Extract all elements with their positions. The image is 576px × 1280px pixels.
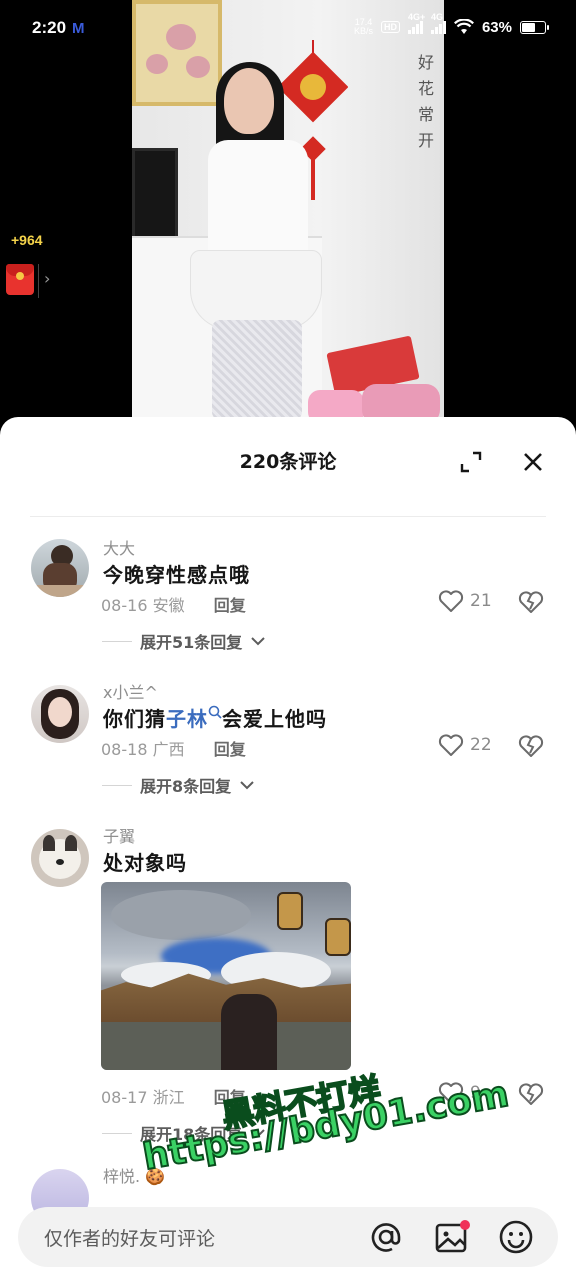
broken-heart-icon[interactable] <box>517 733 545 759</box>
like-count: 21 <box>470 591 492 611</box>
mention-link[interactable]: 子林 <box>166 707 208 731</box>
heart-icon <box>438 590 464 612</box>
status-bar: 2:20 M 17.4 KB/s HD 4G+ 4G 63% <box>0 0 576 60</box>
broken-heart-icon[interactable] <box>517 1081 545 1107</box>
status-indicators: 17.4 KB/s HD 4G+ 4G 63% <box>353 12 549 36</box>
avatar[interactable] <box>31 685 89 743</box>
reply-button[interactable]: 回复 <box>214 740 246 759</box>
panel-title: 220条评论 <box>239 451 337 473</box>
wifi-icon <box>453 19 474 34</box>
battery-percent: 63% <box>481 18 512 36</box>
comment-username[interactable]: x小兰^ <box>103 679 158 703</box>
carrier-logo-icon: M <box>72 20 85 37</box>
comment-username[interactable]: 大大 <box>103 535 135 559</box>
signal-icon-2: 4G <box>430 12 446 34</box>
emoji-icon[interactable] <box>498 1219 534 1255</box>
close-icon[interactable] <box>520 449 546 475</box>
mention-icon[interactable] <box>368 1219 404 1255</box>
calligraphy-scroll: 好 花 常 开 <box>418 53 435 150</box>
comment-meta: 08-16 安徽 回复 <box>101 596 246 615</box>
search-icon[interactable] <box>208 705 222 721</box>
chevron-down-icon <box>251 637 265 646</box>
comment-text: 你们猜子林 会爱上他吗 <box>103 705 327 731</box>
broken-heart-icon[interactable] <box>517 589 545 615</box>
reply-button[interactable]: 回复 <box>214 596 246 615</box>
chevron-down-icon <box>240 781 254 790</box>
comment-input-bar[interactable]: 仅作者的好友可评论 <box>18 1207 558 1267</box>
comment-username[interactable]: 子翼 <box>103 823 135 847</box>
like-count: 22 <box>470 735 492 755</box>
comment-image[interactable] <box>101 882 351 1070</box>
signal-icon-1: 4G+ <box>407 12 425 34</box>
comment-meta: 08-18 广西 回复 <box>101 740 246 759</box>
comment-input[interactable]: 仅作者的好友可评论 <box>44 1224 215 1251</box>
expand-icon[interactable] <box>459 450 483 474</box>
expand-replies-button[interactable]: 展开51条回复 <box>102 629 266 653</box>
heart-icon <box>438 734 464 756</box>
avatar[interactable] <box>31 829 89 887</box>
comment-text: 处对象吗 <box>103 851 187 875</box>
avatar[interactable] <box>31 539 89 597</box>
status-time: 2:20 <box>32 18 67 37</box>
reward-count: +964 <box>11 232 43 248</box>
like-button[interactable]: 22 <box>438 733 492 757</box>
expand-replies-button[interactable]: 展开8条回复 <box>102 773 255 797</box>
like-button[interactable]: 21 <box>438 589 492 613</box>
network-speed: 17.4 KB/s <box>353 17 373 36</box>
comment-text: 今晚穿性感点哦 <box>103 563 250 587</box>
hd-icon: HD <box>380 21 400 33</box>
image-icon[interactable] <box>434 1219 470 1255</box>
video-player[interactable]: 好 花 常 开 <box>132 0 444 420</box>
divider <box>30 516 546 517</box>
chevron-right-icon[interactable]: › <box>44 269 50 288</box>
red-envelope-icon[interactable] <box>6 264 34 295</box>
person <box>224 68 274 134</box>
battery-icon <box>520 20 549 34</box>
